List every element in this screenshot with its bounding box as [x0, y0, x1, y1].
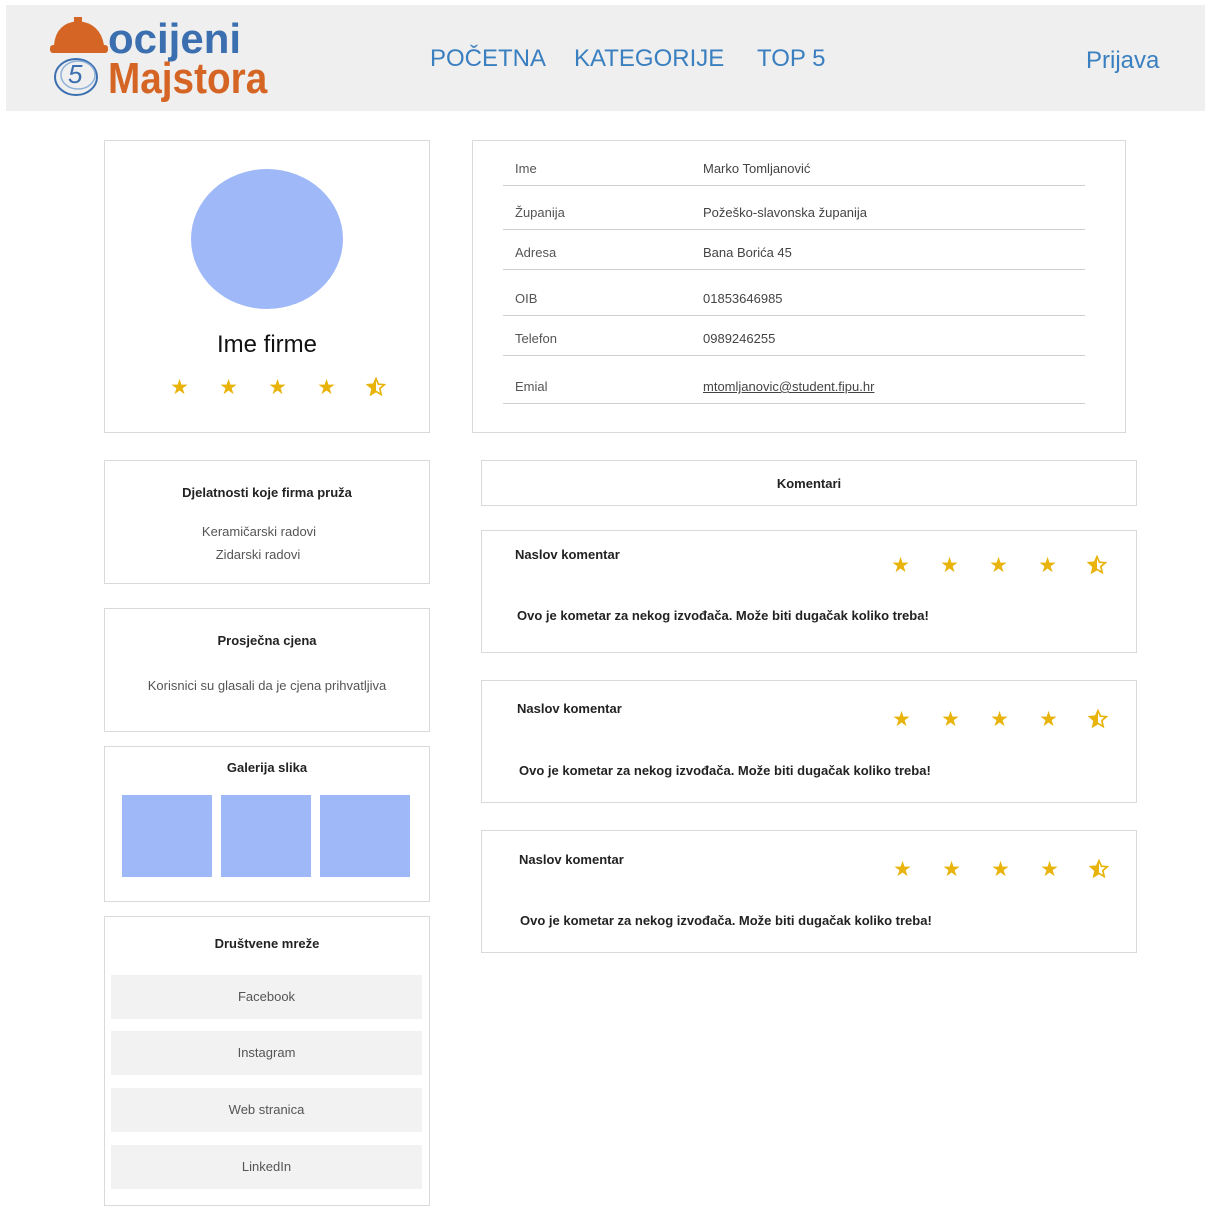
info-row-email: Emial mtomljanovic@student.fipu.hr	[503, 363, 1085, 404]
activity-item: Zidarski radovi	[215, 547, 301, 562]
site-logo[interactable]: 5 ocijeni Majstora	[50, 15, 267, 110]
nav-pocetna[interactable]: POČETNA	[430, 45, 546, 73]
gallery-card: Galerija slika	[104, 746, 430, 902]
star-icon: ★	[991, 858, 1010, 881]
half-star-icon	[351, 376, 400, 402]
comment-card: Naslov komentar ★ ★ ★ ★ Ovo je kometar za n…	[481, 530, 1137, 653]
comment-rating: ★ ★ ★ ★	[876, 555, 1121, 580]
comment-rating: ★ ★ ★ ★	[878, 859, 1123, 884]
star-icon: ★	[891, 554, 910, 577]
info-card: Ime Marko Tomljanović Županija Požeško-s…	[472, 140, 1126, 433]
half-star-icon	[1074, 858, 1123, 884]
half-star-icon	[1072, 554, 1121, 580]
comment-text: Ovo je kometar za nekog izvođača. Može b…	[520, 913, 932, 928]
star-icon: ★	[942, 858, 961, 881]
half-star-icon	[1073, 708, 1122, 734]
info-value: Požeško-slavonska županija	[703, 205, 868, 220]
star-icon: ★	[892, 708, 911, 731]
activities-card: Djelatnosti koje firma pruža Keramičarsk…	[104, 460, 430, 584]
star-icon: ★	[989, 554, 1008, 577]
logo-text-bottom: Majstora	[108, 54, 268, 103]
info-value: 0989246255	[703, 331, 776, 346]
facebook-button[interactable]: Facebook	[111, 975, 422, 1019]
comment-rating: ★ ★ ★ ★	[877, 709, 1122, 734]
nav-kategorije[interactable]: KATEGORIJE	[574, 45, 724, 73]
social-title: Društvene mreže	[214, 936, 320, 951]
star-icon: ★	[268, 376, 287, 399]
comment-card: Naslov komentar ★ ★ ★ ★ Ovo je kometar za n…	[481, 680, 1137, 803]
comment-title: Naslov komentar	[515, 547, 620, 562]
info-row-telefon: Telefon 0989246255	[503, 315, 1085, 356]
gallery-title: Galerija slika	[226, 760, 308, 775]
info-label: Emial	[515, 379, 548, 394]
comments-header: Komentari	[481, 460, 1137, 506]
info-value: 01853646985	[703, 291, 783, 306]
info-label: Županija	[515, 205, 565, 220]
profile-rating: ★ ★ ★ ★	[155, 377, 400, 402]
star-icon: ★	[1039, 708, 1058, 731]
social-card: Društvene mreže Facebook Instagram Web s…	[104, 916, 430, 1206]
star-icon: ★	[940, 554, 959, 577]
email-link[interactable]: mtomljanovic@student.fipu.hr	[703, 379, 874, 394]
top-navbar: 5 ocijeni Majstora POČETNA KATEGORIJE TO…	[6, 5, 1205, 111]
profile-card: Ime firme ★ ★ ★ ★	[104, 140, 430, 433]
instagram-button[interactable]: Instagram	[111, 1031, 422, 1075]
activities-title: Djelatnosti koje firma pruža	[182, 485, 352, 500]
avatar	[191, 169, 343, 309]
comment-text: Ovo je kometar za nekog izvođača. Može b…	[519, 763, 931, 778]
info-row-zupanija: Županija Požeško-slavonska županija	[503, 189, 1085, 230]
price-card: Prosječna cjena Korisnici su glasali da …	[104, 608, 430, 732]
star-icon: ★	[219, 376, 238, 399]
info-row-oib: OIB 01853646985	[503, 275, 1085, 316]
info-label: Adresa	[515, 245, 557, 260]
info-row-ime: Ime Marko Tomljanović	[503, 145, 1085, 186]
info-label: Ime	[515, 161, 537, 176]
info-value: Marko Tomljanović	[703, 161, 811, 176]
website-button[interactable]: Web stranica	[111, 1088, 422, 1132]
comment-card: Naslov komentar ★ ★ ★ ★ Ovo je kometar za n…	[481, 830, 1137, 953]
activity-item: Keramičarski radovi	[201, 524, 317, 539]
star-icon: ★	[941, 708, 960, 731]
nav-top5[interactable]: TOP 5	[757, 45, 825, 73]
linkedin-button[interactable]: LinkedIn	[111, 1145, 422, 1189]
price-text: Korisnici su glasali da je cjena prihvat…	[147, 678, 387, 693]
star-icon: ★	[990, 708, 1009, 731]
star-icon: ★	[1040, 858, 1059, 881]
comment-title: Naslov komentar	[519, 852, 624, 867]
info-row-adresa: Adresa Bana Borića 45	[503, 229, 1085, 270]
star-icon: ★	[317, 376, 336, 399]
comment-text: Ovo je kometar za nekog izvođača. Može b…	[517, 608, 929, 623]
info-label: Telefon	[515, 331, 557, 346]
star-icon: ★	[893, 858, 912, 881]
comments-title: Komentari	[776, 476, 842, 491]
gallery-image[interactable]	[122, 795, 212, 877]
comment-title: Naslov komentar	[517, 701, 622, 716]
info-value: Bana Borića 45	[703, 245, 792, 260]
gallery-image[interactable]	[221, 795, 311, 877]
star-icon: ★	[1038, 554, 1057, 577]
login-link[interactable]: Prijava	[1086, 47, 1159, 75]
firm-name: Ime firme	[216, 331, 317, 358]
price-title: Prosječna cjena	[217, 633, 317, 648]
star-icon: ★	[170, 376, 189, 399]
info-label: OIB	[515, 291, 538, 306]
logo-number: 5	[68, 59, 83, 89]
gallery-image[interactable]	[320, 795, 410, 877]
